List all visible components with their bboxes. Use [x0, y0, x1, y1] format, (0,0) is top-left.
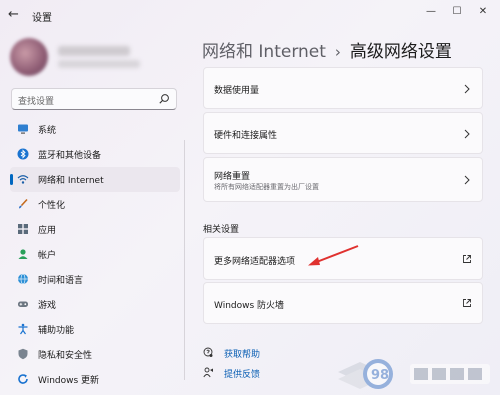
breadcrumb-separator: ›	[334, 43, 341, 61]
card-title: 更多网络适配器选项	[214, 257, 296, 267]
monitor-icon	[18, 124, 28, 134]
bluetooth-icon	[17, 148, 29, 160]
chevron-right-icon	[464, 129, 470, 139]
globe-icon	[18, 273, 28, 285]
sidebar-scrollbar[interactable]	[184, 140, 185, 380]
sidebar-item-apps[interactable]: 应用	[10, 217, 180, 242]
wifi-icon	[17, 175, 29, 184]
close-button[interactable]: ✕	[474, 5, 492, 19]
chevron-right-icon	[464, 84, 470, 94]
title-bar: ← 设置 — ☐ ✕	[0, 0, 500, 30]
feedback-icon	[203, 367, 213, 378]
card-windows-firewall[interactable]: Windows 防火墙	[203, 282, 483, 324]
sidebar-item-label: 游戏	[38, 301, 57, 311]
sidebar-item-label: 网络和 Internet	[38, 176, 104, 186]
card-title: 数据使用量	[214, 86, 260, 96]
sidebar-item-label: 蓝牙和其他设备	[38, 151, 102, 161]
brush-icon	[19, 198, 28, 209]
sidebar-item-label: 帐户	[38, 251, 57, 261]
sidebar-item-gaming[interactable]: 游戏	[10, 292, 180, 317]
external-link-icon	[463, 299, 471, 307]
sidebar-item-bluetooth[interactable]: 蓝牙和其他设备	[10, 142, 180, 167]
active-indicator	[10, 174, 13, 185]
card-subtitle: 将所有网络适配器重置为出厂设置	[214, 183, 319, 191]
annotation-arrow	[308, 245, 359, 266]
sidebar-item-time-language[interactable]: 时间和语言	[10, 267, 180, 292]
card-data-usage[interactable]: 数据使用量	[203, 67, 483, 109]
sidebar-item-accessibility[interactable]: 辅助功能	[10, 317, 180, 342]
sidebar-item-network[interactable]: 网络和 Internet	[10, 167, 180, 192]
sidebar-item-label: Windows 更新	[38, 376, 100, 386]
accessibility-icon	[18, 323, 28, 335]
sidebar-item-label: 辅助功能	[38, 326, 75, 336]
sidebar-nav: 系统 蓝牙和其他设备 网络和 Internet 个性化 应用 帐户 时间和语言 …	[10, 117, 180, 392]
give-feedback-link[interactable]: 提供反馈	[224, 367, 260, 380]
update-icon	[18, 374, 28, 384]
profile-name-blurred	[58, 46, 130, 56]
apps-icon	[18, 224, 28, 234]
app-title: 设置	[32, 13, 52, 24]
sidebar-item-windows-update[interactable]: Windows 更新	[10, 367, 180, 392]
breadcrumb-parent[interactable]: 网络和 Internet	[202, 42, 326, 62]
sidebar-item-label: 个性化	[38, 201, 66, 211]
sidebar-item-privacy[interactable]: 隐私和安全性	[10, 342, 180, 367]
sidebar-item-personalization[interactable]: 个性化	[10, 192, 180, 217]
minimize-button[interactable]: —	[422, 5, 440, 19]
avatar[interactable]	[10, 38, 48, 76]
get-help-link[interactable]: 获取帮助	[224, 347, 260, 360]
sidebar-item-label: 隐私和安全性	[38, 351, 93, 361]
account-icon	[18, 249, 28, 259]
card-network-reset[interactable]: 网络重置 将所有网络适配器重置为出厂设置	[203, 157, 483, 202]
related-settings-heading: 相关设置	[203, 225, 240, 235]
search-input[interactable]: 查找设置	[11, 88, 177, 110]
card-title: Windows 防火墙	[214, 301, 285, 311]
external-link-icon	[463, 255, 471, 263]
sidebar-item-label: 时间和语言	[38, 276, 84, 286]
watermark-logo: 98	[338, 359, 490, 389]
sidebar-item-accounts[interactable]: 帐户	[10, 242, 180, 267]
maximize-button[interactable]: ☐	[448, 5, 466, 19]
card-title: 网络重置	[214, 172, 251, 182]
card-hardware-properties[interactable]: 硬件和连接属性	[203, 112, 483, 154]
help-icon	[203, 347, 213, 357]
sidebar-item-label: 应用	[38, 226, 57, 236]
chevron-right-icon	[464, 175, 470, 185]
gamepad-icon	[18, 301, 28, 307]
breadcrumb: 网络和 Internet › 高级网络设置	[202, 37, 452, 62]
back-arrow-icon[interactable]: ←	[8, 8, 22, 22]
card-title: 硬件和连接属性	[214, 131, 278, 141]
shield-icon	[18, 348, 28, 360]
search-icon	[159, 94, 169, 104]
page-title: 高级网络设置	[349, 42, 452, 62]
search-placeholder: 查找设置	[18, 97, 55, 107]
profile-email-blurred	[58, 60, 140, 68]
sidebar-item-system[interactable]: 系统	[10, 117, 180, 142]
sidebar-item-label: 系统	[38, 126, 57, 136]
svg-text:98: 98	[371, 368, 389, 383]
